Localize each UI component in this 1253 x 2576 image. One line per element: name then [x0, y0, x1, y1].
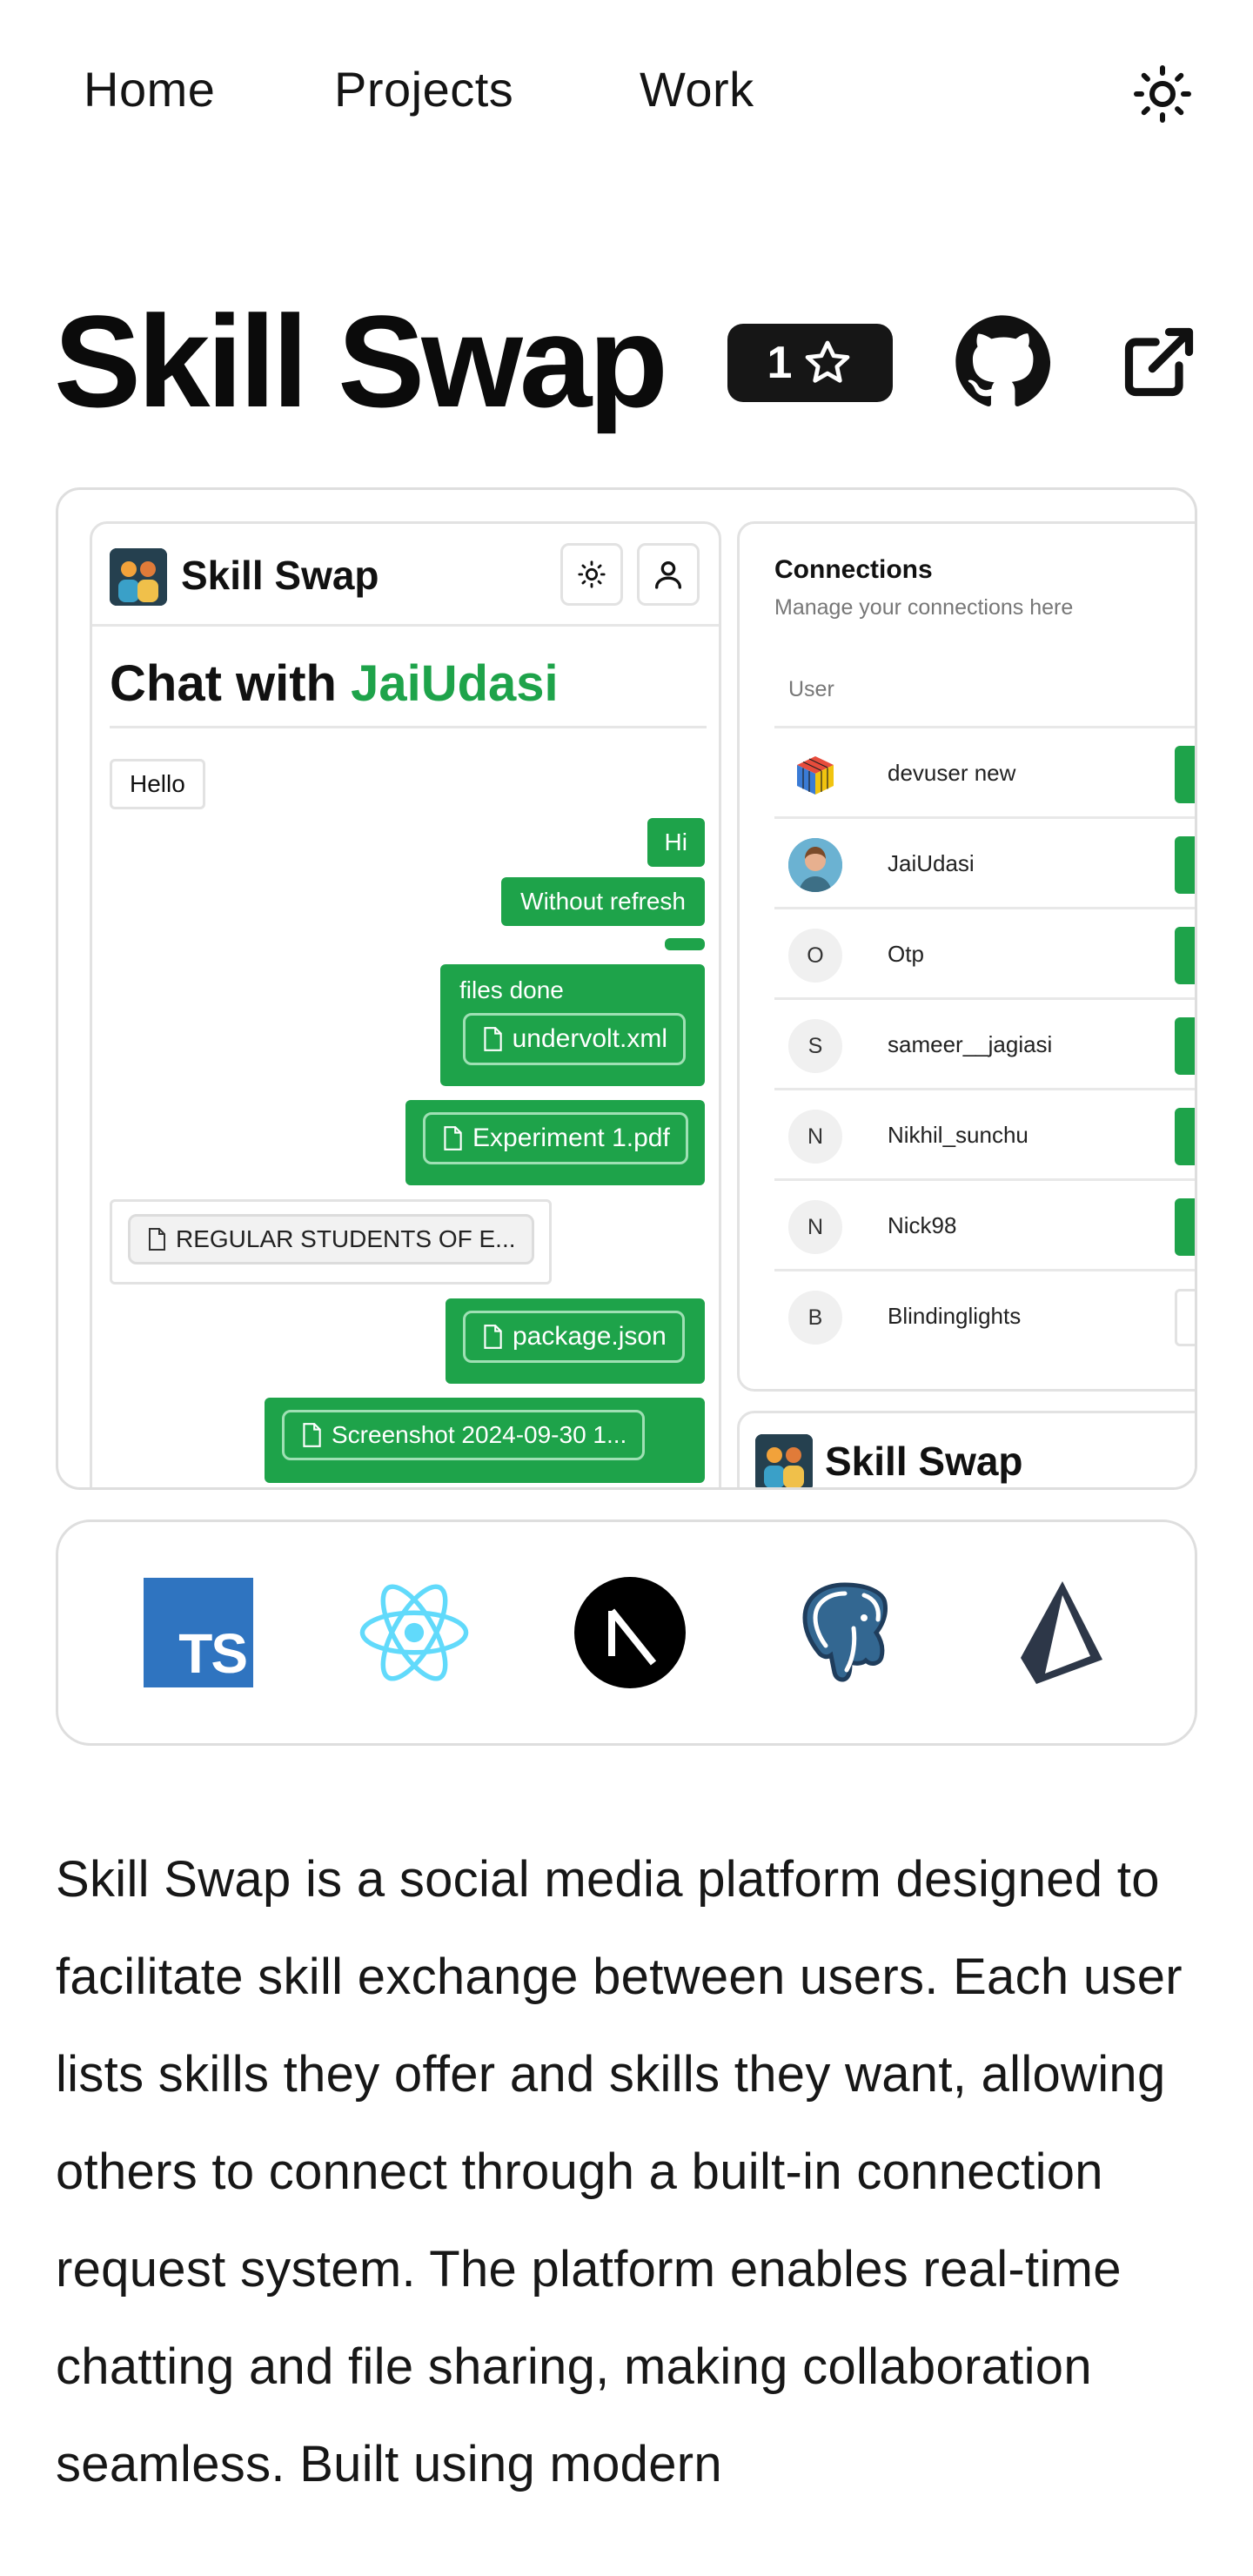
chat-header: Skill Swap: [92, 524, 719, 627]
connection-name: Blindinglights: [888, 1303, 1022, 1329]
initial-avatar: N: [788, 1200, 842, 1254]
connection-action-button: C: [1175, 1017, 1195, 1075]
connection-action-button: Ca: [1175, 1289, 1195, 1346]
connection-action-button: C: [1175, 836, 1195, 894]
file-icon: [149, 1228, 165, 1251]
connection-action-button: C: [1175, 1108, 1195, 1165]
chat-panel: Skill Swap Chat with JaiUdasi Hello Hi W…: [90, 521, 721, 1487]
initial-avatar: O: [788, 929, 842, 983]
message-outgoing: Hi: [647, 818, 705, 867]
column-header-user: User: [788, 677, 834, 701]
nav-home-link[interactable]: Home: [84, 61, 215, 117]
message-outgoing-files: files done undervolt.xml: [440, 964, 705, 1086]
message-outgoing: Without refresh: [501, 877, 705, 926]
connection-row: B Blindinglights Ca: [774, 1269, 1195, 1359]
message-outgoing-file: Experiment 1.pdf: [405, 1100, 705, 1185]
connection-action-button: C: [1175, 927, 1195, 984]
connection-row: devuser new C: [774, 726, 1195, 816]
chat-title: Chat with JaiUdasi: [110, 655, 559, 712]
nav-work-link[interactable]: Work: [640, 61, 754, 117]
connection-action-button: C: [1175, 1198, 1195, 1256]
user-photo-avatar-icon: [788, 838, 842, 892]
app-name: Skill Swap: [825, 1439, 1023, 1484]
connections-subtitle: Manage your connections here: [774, 595, 1074, 620]
project-title: Skill Swap: [54, 288, 668, 434]
connection-name: devuser new: [888, 760, 1016, 786]
external-link-icon[interactable]: [1119, 322, 1199, 402]
file-icon: [483, 1027, 502, 1051]
file-icon: [484, 1325, 502, 1349]
top-nav: Home Projects Work: [0, 0, 1253, 183]
initial-avatar: S: [788, 1019, 842, 1073]
app-name: Skill Swap: [181, 553, 379, 598]
preview-sun-icon: [560, 543, 623, 606]
connection-row: O Otp C: [774, 907, 1195, 997]
star-count-badge[interactable]: 1: [727, 324, 893, 402]
project-preview-image: Skill Swap Chat with JaiUdasi Hello Hi W…: [56, 487, 1197, 1490]
connections-title: Connections: [774, 555, 933, 584]
connection-name: sameer__jagiasi: [888, 1031, 1053, 1057]
rubiks-cube-avatar-icon: [788, 748, 842, 802]
connection-row: N Nick98 C: [774, 1178, 1195, 1269]
connection-row: JaiUdasi C: [774, 816, 1195, 907]
connection-name: Nikhil_sunchu: [888, 1122, 1029, 1148]
nav-projects-link[interactable]: Projects: [334, 61, 513, 117]
message-text: files done: [459, 976, 564, 1003]
file-attachment: package.json: [463, 1311, 685, 1363]
typescript-icon: TS: [142, 1576, 255, 1689]
connection-name: Otp: [888, 941, 924, 967]
file-attachment: REGULAR STUDENTS OF E...: [128, 1214, 534, 1265]
message-outgoing-file: Screenshot 2024-09-30 1...: [265, 1398, 705, 1483]
file-attachment: undervolt.xml: [462, 1013, 686, 1065]
preview-mini-header: Skill Swap: [737, 1411, 1195, 1487]
message-outgoing-file: package.json: [446, 1298, 705, 1384]
connection-row: N Nikhil_sunchu C: [774, 1088, 1195, 1178]
connections-panel: Connections Manage your connections here…: [737, 521, 1195, 1392]
file-attachment: Experiment 1.pdf: [423, 1112, 688, 1164]
connection-row: S sameer__jagiasi C: [774, 997, 1195, 1088]
tech-stack: TS: [56, 1519, 1197, 1746]
prisma-icon: [1005, 1576, 1118, 1689]
initial-avatar: B: [788, 1291, 842, 1345]
message-incoming: Hello: [110, 759, 205, 809]
file-attachment: Screenshot 2024-09-30 1...: [282, 1410, 646, 1460]
chat-divider: [110, 726, 707, 728]
connection-name: JaiUdasi: [888, 850, 975, 876]
app-logo-icon: [110, 548, 167, 606]
file-icon: [303, 1423, 321, 1447]
connection-name: Nick98: [888, 1212, 957, 1238]
preview-user-icon: [637, 543, 700, 606]
message-outgoing-empty: [665, 938, 705, 950]
star-count: 1: [767, 338, 793, 388]
nextjs-icon: [573, 1576, 687, 1689]
app-logo-icon: [755, 1434, 813, 1487]
star-icon: [806, 340, 850, 383]
file-icon: [444, 1126, 462, 1150]
message-incoming-file: REGULAR STUDENTS OF E...: [110, 1199, 552, 1285]
connection-action-button: C: [1175, 746, 1195, 803]
sun-icon[interactable]: [1131, 63, 1194, 125]
postgresql-icon: [789, 1576, 902, 1689]
github-icon[interactable]: [954, 313, 1051, 411]
initial-avatar: N: [788, 1110, 842, 1164]
project-description: Skill Swap is a social media platform de…: [56, 1851, 1183, 2492]
react-icon: [358, 1576, 471, 1689]
